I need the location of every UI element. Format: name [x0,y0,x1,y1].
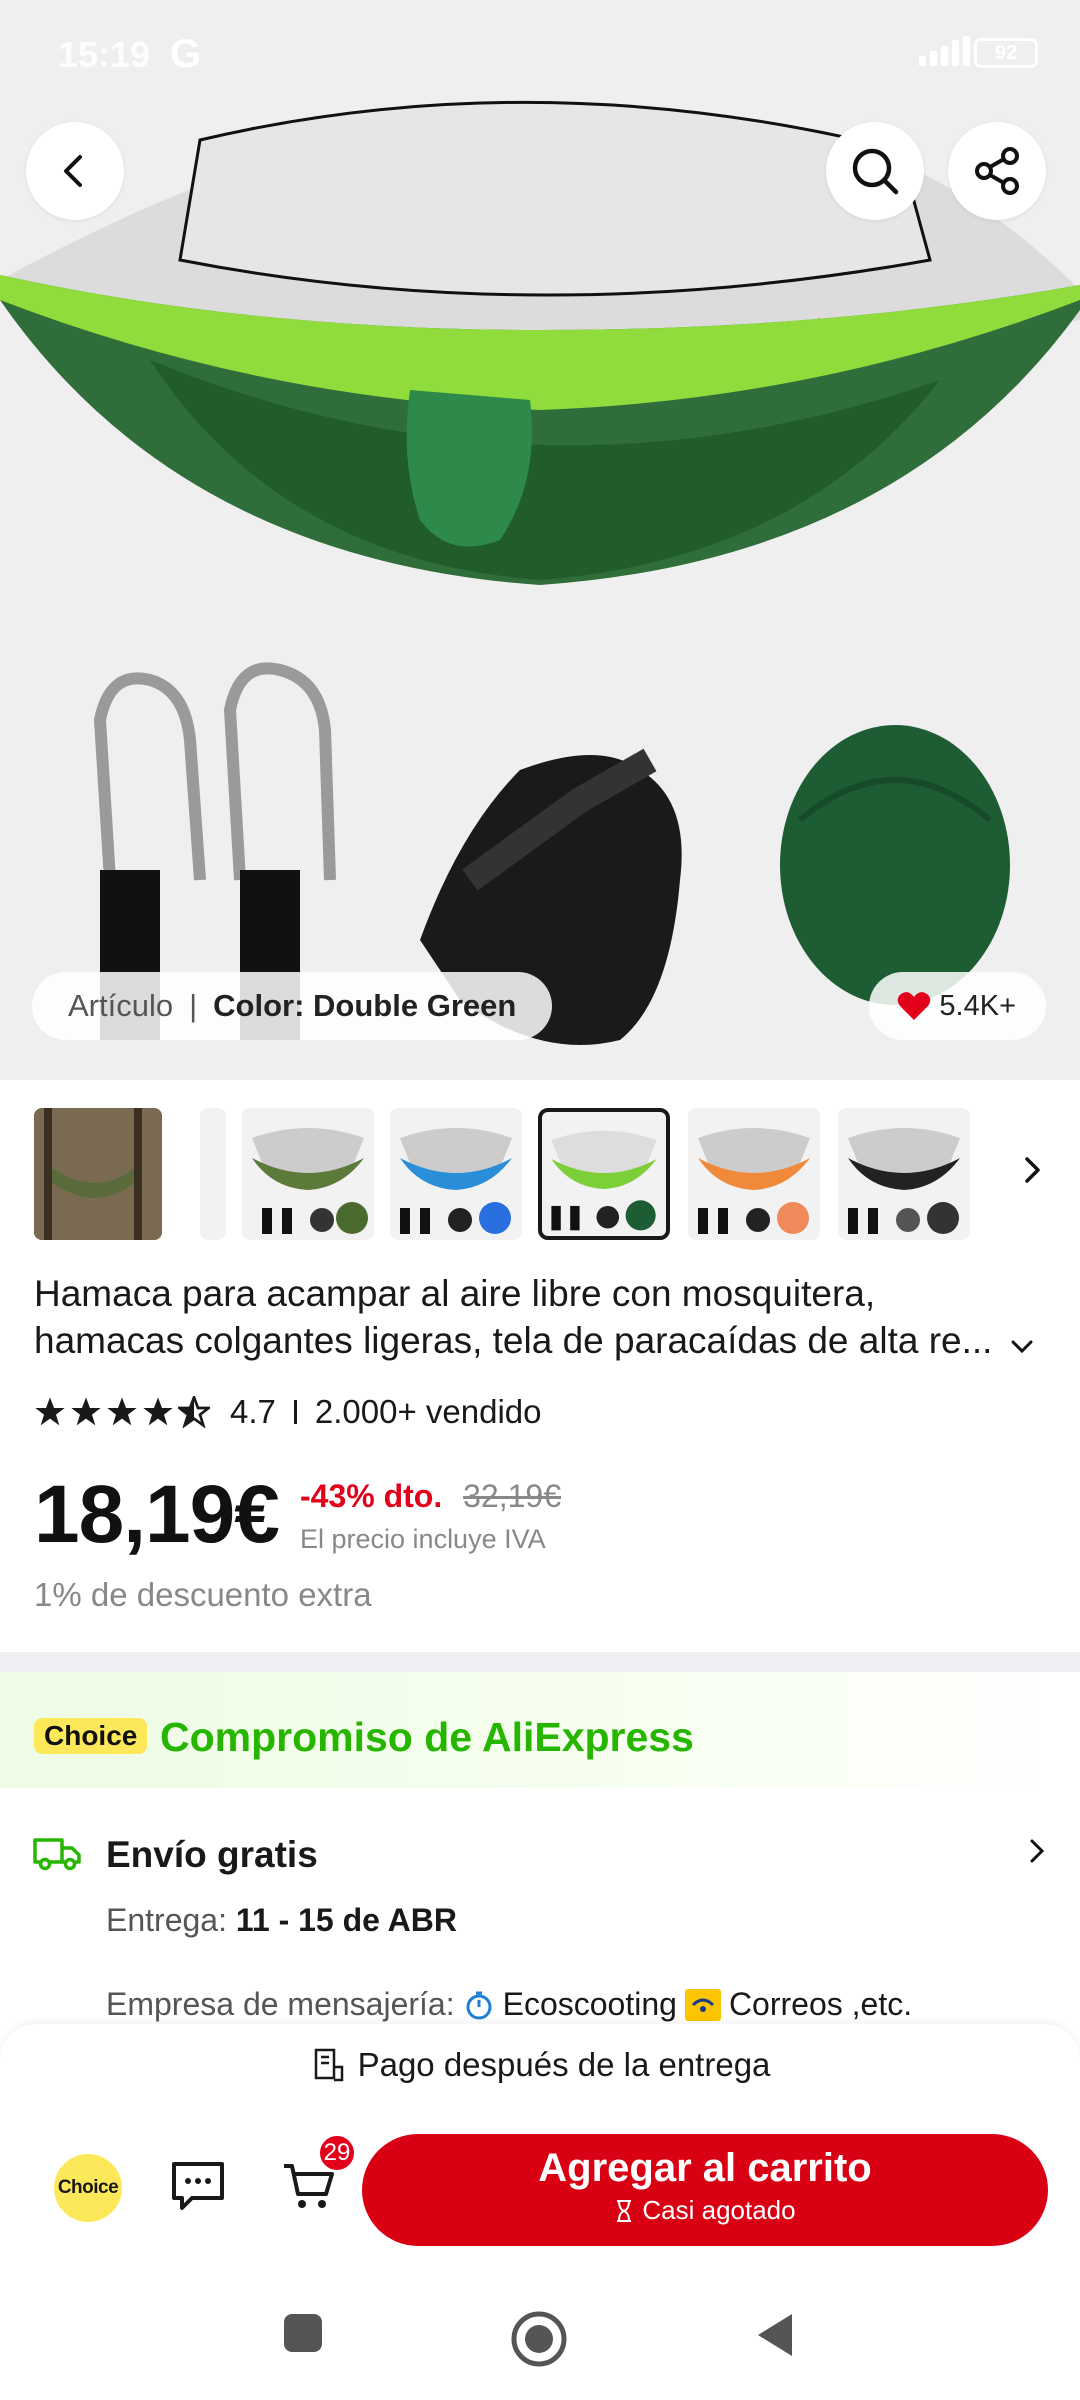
chat-icon[interactable] [168,2156,228,2216]
thumbnails-next-button[interactable] [1004,1142,1060,1198]
thumbnail-strip [0,1090,1080,1240]
recents-icon[interactable] [280,2310,326,2356]
signal-icon [919,36,970,66]
courier-line: Empresa de mensajería: Ecoscooting Corre… [106,1986,912,2023]
low-stock-note: Casi agotado [362,2195,1048,2226]
section-divider [0,1652,1080,1672]
rating-value: 4.7 [230,1393,276,1430]
status-time: 15:19 [58,34,151,75]
current-price: 18,19€ [34,1469,280,1560]
sold-count: 2.000+ vendido [314,1393,542,1430]
thumb-black[interactable] [838,1108,970,1240]
choice-title: Compromiso de AliExpress [160,1714,694,1760]
star-icon [143,1397,173,1426]
product-hero-image[interactable]: 15:19 G 92 Artículo | Color: Double Gree… [0,0,1080,1080]
back-nav-icon[interactable] [752,2310,798,2360]
green-hammock-image [551,1130,657,1231]
rating-stars [34,1396,210,1428]
discount-percent: -43% dto. [300,1478,443,1514]
thumb-orange[interactable] [688,1108,820,1240]
shipping-title: Envío gratis [106,1834,318,1875]
star-icon [35,1397,65,1426]
favorite-button[interactable]: 5.4K+ [869,972,1046,1040]
extra-discount: 1% de descuento extra [34,1576,372,1613]
pay-after-text: Pago después de la entrega [357,2046,771,2083]
google-icon: G [170,32,202,76]
camo-hammock-image [252,1128,368,1234]
bottom-action-sheet: Pago después de la entrega Choice 29 Agr… [0,2024,1080,2290]
chevron-right-icon [1025,1157,1040,1183]
chevron-right-icon[interactable] [1024,1836,1050,1866]
hourglass-icon [617,2199,632,2222]
courier-2: Correos ,etc. [728,1986,913,2022]
add-to-cart-button[interactable]: Agregar al carrito Casi agotado [362,2134,1048,2246]
correos-logo-icon [684,1988,721,2021]
choice-commitment-header[interactable]: Choice Compromiso de AliExpress [0,1672,1080,1788]
system-nav-bar [0,2290,1080,2400]
product-title-line2: hamacas colgantes ligeras, tela de parac… [34,1320,993,1361]
half-star-icon [178,1396,210,1428]
thumb-forest[interactable] [34,1108,162,1240]
blue-hammock-image [400,1128,512,1234]
thumb-blue[interactable] [390,1108,522,1240]
add-to-cart-label: Agregar al carrito [538,2146,872,2190]
forest-image [34,1108,162,1240]
stopwatch-icon [466,1991,492,2019]
battery-icon: 92 [974,38,1038,68]
orange-hammock-image [698,1128,810,1234]
star-icon [107,1397,137,1426]
share-icon [975,147,1019,195]
choice-tag: Choice [34,1718,148,1754]
search-icon [852,148,899,195]
chevron-down-icon[interactable] [1008,1336,1034,1358]
delivery-label: Entrega: [106,1902,227,1938]
courier-label: Empresa de mensajería: [106,1986,455,2022]
search-button[interactable] [826,122,924,220]
thumb-partial[interactable] [200,1108,226,1240]
iva-note: El precio incluye IVA [300,1524,546,1554]
truck-icon [33,1838,81,1871]
chevron-left-icon [64,155,82,187]
product-title-line1: Hamaca para acampar al aire libre con mo… [34,1273,876,1314]
variant-label: Artículo [68,988,174,1023]
variant-separator: | [189,988,198,1023]
variant-value: Color: Double Green [213,988,517,1023]
discount-line: -43% dto. 32,19€ [300,1478,561,1515]
action-dock: Choice 29 Agregar al carrito Casi agotad… [0,2128,1080,2258]
product-title[interactable]: Hamaca para acampar al aire libre con mo… [34,1270,1034,1364]
favorite-count: 5.4K+ [939,989,1016,1022]
share-button[interactable] [948,122,1046,220]
choice-button[interactable]: Choice [54,2154,122,2222]
courier-1: Ecoscooting [502,1986,677,2022]
pay-after-delivery[interactable]: Pago después de la entrega [0,2046,1080,2084]
rating-divider [293,1400,297,1424]
original-price: 32,19€ [463,1478,561,1514]
home-icon[interactable] [510,2310,568,2368]
thumb-double-green[interactable] [538,1108,670,1240]
product-page: 15:19 G 92 Artículo | Color: Double Gree… [0,0,1080,2400]
delivery-date: Entrega: 11 - 15 de ABR [106,1902,457,1939]
low-stock-text: Casi agotado [642,2195,796,2225]
star-icon [71,1397,101,1426]
rating-row[interactable]: 4.7 2.000+ vendido [34,1390,542,1434]
status-bar: 15:19 G 92 [0,0,1080,110]
delivery-value: 11 - 15 de ABR [235,1902,457,1938]
variant-pill[interactable]: Artículo | Color: Double Green [32,972,553,1040]
shipping-section[interactable]: Envío gratis Entrega: 11 - 15 de ABR Emp… [0,1810,1080,2030]
black-hammock-image [848,1128,960,1234]
back-button[interactable] [26,122,124,220]
receipt-icon [314,2048,343,2082]
heart-icon [898,992,931,1020]
cart-count-badge: 29 [318,2134,356,2172]
thumb-camo-green[interactable] [242,1108,374,1240]
